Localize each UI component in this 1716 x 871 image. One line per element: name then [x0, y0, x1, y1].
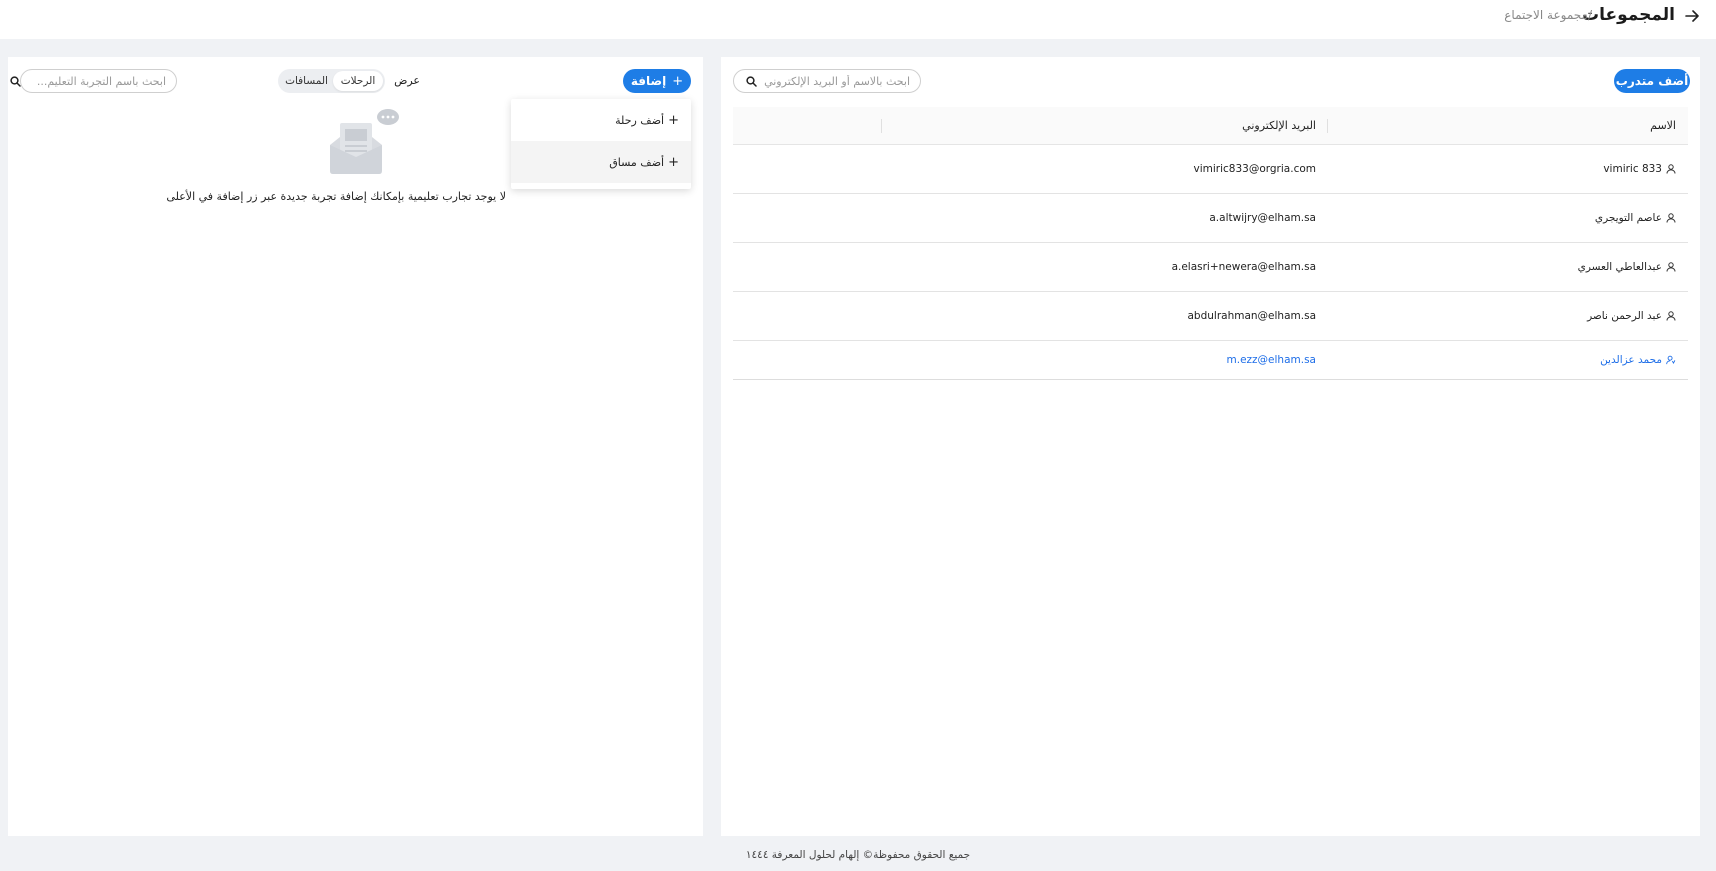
empty-state-message: لا يوجد تجارب تعليمية بإمكانك إضافة تجرب…: [166, 190, 506, 203]
add-trainee-button[interactable]: أضف متدرب: [1614, 69, 1690, 93]
experience-search-input[interactable]: [21, 74, 166, 88]
trainee-name-text: عبدالعاطي العسري: [1577, 261, 1662, 273]
add-experience-button[interactable]: + إضافة: [623, 69, 691, 93]
column-divider: [881, 119, 882, 133]
trainee-email: abdulrahman@elham.sa: [1187, 310, 1317, 322]
add-dropdown-menu: + أضف رحلة + أضف مساق: [511, 99, 691, 189]
search-icon[interactable]: [744, 74, 758, 88]
trainee-name-text: محمد عزالدين: [1600, 354, 1662, 366]
trainee-name: vimiric 833: [1603, 163, 1676, 175]
breadcrumb[interactable]: /مجموعة الاجتماع: [1504, 8, 1592, 22]
trainee-name-text: عبد الرحمن ناصر: [1587, 310, 1662, 322]
table-row[interactable]: عاصم التويجري a.altwijry@elham.sa: [733, 194, 1688, 243]
column-divider: [1327, 119, 1328, 133]
table-row[interactable]: عبدالعاطي العسري a.elasri+newera@elham.s…: [733, 243, 1688, 292]
page-title: المجموعات: [1582, 5, 1675, 25]
add-experience-label: إضافة: [630, 74, 667, 88]
trainee-email: vimiric833@orgria.com: [1193, 163, 1316, 175]
menu-item-add-trip[interactable]: + أضف رحلة: [511, 99, 691, 141]
experience-search[interactable]: [10, 69, 177, 93]
trainee-name: عبد الرحمن ناصر: [1587, 310, 1676, 322]
footer: جميع الحقوق محفوظة© إلهام لحلول المعرفة …: [745, 849, 971, 861]
plus-icon: +: [668, 154, 679, 170]
empty-inbox-illustration: [326, 107, 402, 175]
user-icon: [1666, 311, 1676, 321]
trainee-email: a.altwijry@elham.sa: [1209, 212, 1316, 224]
menu-item-add-course[interactable]: + أضف مساق: [511, 141, 691, 183]
menu-item-label: أضف مساق: [609, 155, 665, 169]
view-label: عرض: [394, 74, 420, 87]
arrow-right-icon[interactable]: [1682, 6, 1702, 26]
view-toggle: الرحلات المسافات: [278, 69, 385, 93]
trainee-name-text: عاصم التويجري: [1594, 212, 1662, 224]
menu-item-label: أضف رحلة: [615, 113, 665, 127]
column-header-name: الاسم: [1650, 119, 1676, 132]
segment-courses[interactable]: المسافات: [280, 71, 333, 91]
trainee-email: a.elasri+newera@elham.sa: [1171, 261, 1316, 273]
user-icon: [1666, 164, 1676, 174]
trainees-table: الاسم البريد الإلكتروني vimiric 833 vimi…: [733, 107, 1688, 380]
table-header: الاسم البريد الإلكتروني: [733, 107, 1688, 145]
trainee-name-text: vimiric 833: [1603, 163, 1662, 175]
trainee-name: عاصم التويجري: [1595, 212, 1676, 224]
trainee-name: عبدالعاطي العسري: [1578, 261, 1676, 273]
plus-icon: +: [668, 112, 679, 128]
table-row[interactable]: vimiric 833 vimiric833@orgria.com: [733, 145, 1688, 194]
plus-icon: +: [672, 73, 684, 89]
trainee-search-input[interactable]: [758, 74, 910, 88]
user-admin-icon: [1666, 355, 1676, 365]
table-row[interactable]: عبد الرحمن ناصر abdulrahman@elham.sa: [733, 292, 1688, 341]
user-icon: [1666, 213, 1676, 223]
experiences-panel: + إضافة عرض الرحلات المسافات لا يوجد تجا…: [8, 57, 703, 836]
user-icon: [1666, 262, 1676, 272]
trainee-email: m.ezz@elham.sa: [1226, 354, 1317, 366]
search-icon[interactable]: [10, 74, 21, 88]
trainee-search[interactable]: [733, 69, 921, 93]
trainees-panel: أضف متدرب الاسم البريد الإلكتروني vimiri…: [721, 57, 1700, 836]
column-header-email: البريد الإلكتروني: [1242, 119, 1316, 132]
segment-trips[interactable]: الرحلات: [333, 71, 383, 91]
trainee-name: محمد عزالدين: [1600, 354, 1676, 366]
top-bar: المجموعات /مجموعة الاجتماع: [0, 0, 1716, 39]
table-row[interactable]: محمد عزالدين m.ezz@elham.sa: [733, 341, 1688, 380]
